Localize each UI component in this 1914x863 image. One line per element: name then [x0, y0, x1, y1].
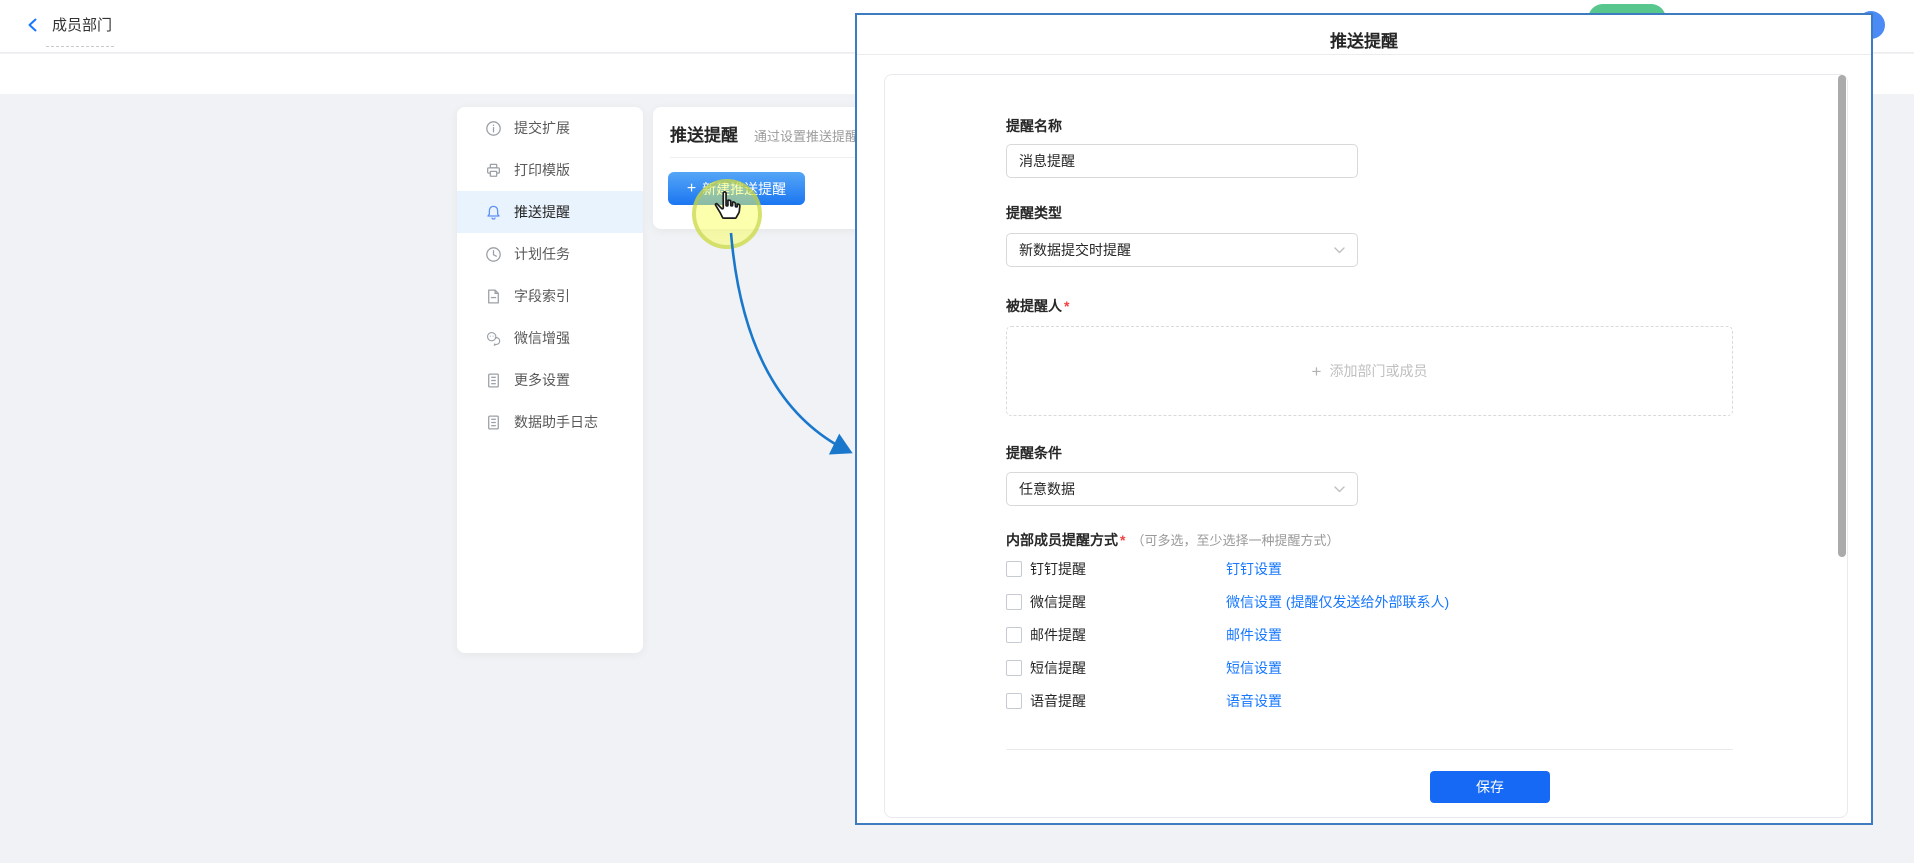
method-row-sms: 短信提醒 短信设置: [1006, 658, 1733, 678]
sidebar-item-more-settings[interactable]: 更多设置: [457, 359, 643, 401]
panel-subtitle: 通过设置推送提醒: [754, 126, 858, 145]
voice-settings-link[interactable]: 语音设置: [1226, 691, 1282, 711]
voice-checkbox[interactable]: [1006, 693, 1022, 709]
info-icon: [485, 120, 502, 137]
sidebar-item-label: 推送提醒: [514, 202, 570, 222]
breadcrumb-underline: [46, 46, 114, 47]
chevron-down-icon: [1334, 247, 1345, 254]
notify-methods-label: 内部成员提醒方式*（可多选，至少选择一种提醒方式）: [1006, 530, 1339, 550]
sidebar-item-push-reminder[interactable]: 推送提醒: [457, 191, 643, 233]
method-row-dingtalk: 钉钉提醒 钉钉设置: [1006, 559, 1733, 579]
modal-title-divider: [857, 54, 1871, 55]
reminder-type-label: 提醒类型: [1006, 203, 1062, 223]
add-member-placeholder: 添加部门或成员: [1329, 361, 1427, 381]
sidebar-item-scheduled-tasks[interactable]: 计划任务: [457, 233, 643, 275]
reminder-name-label: 提醒名称: [1006, 116, 1062, 136]
panel-title: 推送提醒: [670, 121, 738, 146]
notify-methods-hint: （可多选，至少选择一种提醒方式）: [1131, 533, 1339, 548]
sidebar-item-field-index[interactable]: 字段索引: [457, 275, 643, 317]
plus-icon: +: [1312, 363, 1322, 380]
sidebar-item-label: 数据助手日志: [514, 412, 598, 432]
required-asterisk: *: [1120, 532, 1125, 548]
settings-sidebar: 提交扩展 打印模版 推送提醒 计划任务 字段索引 微信增强 更多: [457, 107, 643, 653]
chevron-down-icon: [1334, 486, 1345, 493]
hand-cursor-icon: [712, 190, 742, 220]
list-icon: [485, 414, 502, 431]
modal-form-card: 提醒名称 提醒类型 新数据提交时提醒 被提醒人* + 添加部门或成员: [884, 74, 1848, 818]
wechat-icon: [485, 330, 502, 347]
email-settings-link[interactable]: 邮件设置: [1226, 625, 1282, 645]
sms-checkbox[interactable]: [1006, 660, 1022, 676]
sidebar-item-submit-extension[interactable]: 提交扩展: [457, 107, 643, 149]
sidebar-item-label: 打印模版: [514, 160, 570, 180]
sms-settings-link[interactable]: 短信设置: [1226, 658, 1282, 678]
reminder-type-select[interactable]: 新数据提交时提醒: [1006, 233, 1358, 267]
add-member-dropzone[interactable]: + 添加部门或成员: [1006, 326, 1733, 416]
sidebar-item-label: 微信增强: [514, 328, 570, 348]
sidebar-item-label: 更多设置: [514, 370, 570, 390]
bell-icon: [485, 204, 502, 221]
push-reminder-modal: 推送提醒 提醒名称 提醒类型 新数据提交时提醒 被提醒人* + 添加部门: [855, 13, 1873, 825]
save-button[interactable]: 保存: [1430, 771, 1550, 803]
method-row-voice: 语音提醒 语音设置: [1006, 691, 1733, 711]
wechat-checkbox[interactable]: [1006, 594, 1022, 610]
file-icon: [485, 288, 502, 305]
printer-icon: [485, 162, 502, 179]
reminder-condition-select[interactable]: 任意数据: [1006, 472, 1358, 506]
email-checkbox[interactable]: [1006, 627, 1022, 643]
sidebar-item-print-template[interactable]: 打印模版: [457, 149, 643, 191]
reminder-name-input[interactable]: [1006, 144, 1358, 178]
form-divider: [1006, 749, 1733, 750]
reminder-type-value: 新数据提交时提醒: [1019, 240, 1131, 260]
dingtalk-checkbox[interactable]: [1006, 561, 1022, 577]
clock-icon: [485, 246, 502, 263]
sidebar-item-wechat-enhance[interactable]: 微信增强: [457, 317, 643, 359]
required-asterisk: *: [1064, 298, 1069, 314]
reminder-condition-label: 提醒条件: [1006, 443, 1062, 463]
sidebar-item-label: 字段索引: [514, 286, 570, 306]
dingtalk-settings-link[interactable]: 钉钉设置: [1226, 559, 1282, 579]
sidebar-item-data-assistant-log[interactable]: 数据助手日志: [457, 401, 643, 443]
reminder-condition-value: 任意数据: [1019, 479, 1075, 499]
modal-title: 推送提醒: [857, 27, 1871, 52]
plus-icon: +: [687, 181, 696, 197]
list-icon: [485, 372, 502, 389]
wechat-settings-link[interactable]: 微信设置 (提醒仅发送给外部联系人): [1226, 592, 1449, 612]
method-row-wechat: 微信提醒 微信设置 (提醒仅发送给外部联系人): [1006, 592, 1733, 612]
reminded-person-label: 被提醒人*: [1006, 296, 1069, 316]
back-arrow-icon[interactable]: [24, 16, 42, 34]
sidebar-item-label: 提交扩展: [514, 118, 570, 138]
method-row-email: 邮件提醒 邮件设置: [1006, 625, 1733, 645]
modal-scrollbar-thumb[interactable]: [1838, 75, 1846, 557]
sidebar-item-label: 计划任务: [514, 244, 570, 264]
breadcrumb-title[interactable]: 成员部门: [52, 14, 112, 35]
